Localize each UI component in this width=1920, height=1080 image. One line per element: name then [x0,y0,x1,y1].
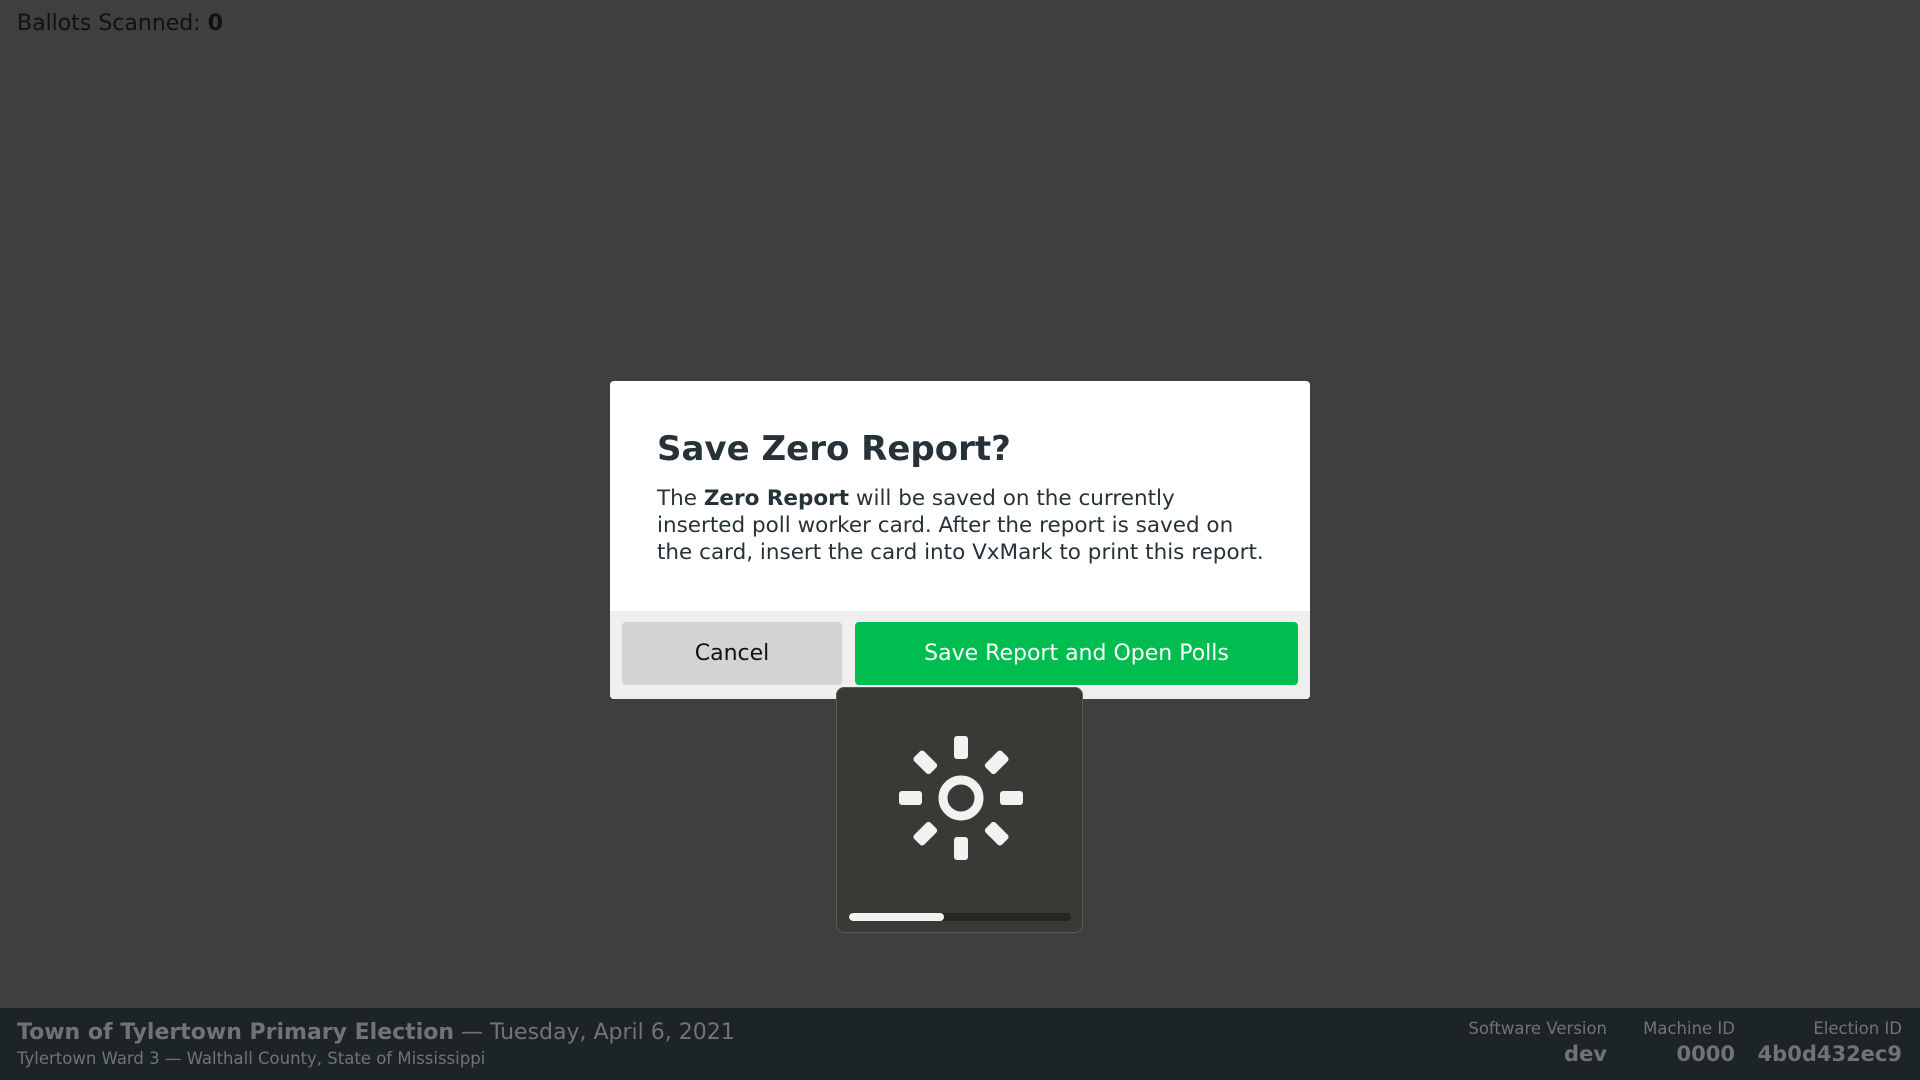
brightness-level-fill [849,913,945,921]
modal-content: Save Zero Report? The Zero Report will b… [610,381,1310,611]
precinct-line: Tylertown Ward 3 — Walthall County, Stat… [17,1049,486,1068]
brightness-osd [836,687,1083,933]
modal-body: The Zero Report will be saved on the cur… [657,485,1264,566]
machine-id-label: Machine ID [1643,1019,1735,1038]
save-zero-report-modal: Save Zero Report? The Zero Report will b… [610,381,1310,699]
brightness-icon [899,736,1023,860]
save-report-open-polls-button[interactable]: Save Report and Open Polls [855,622,1298,685]
brightness-level-bar [849,913,1071,921]
scanner-screen: Ballots Scanned: 0 Save Zero Report? The… [0,0,1920,1080]
cancel-button[interactable]: Cancel [622,622,842,685]
election-title: Town of Tylertown Primary Election — Tue… [17,1018,735,1048]
modal-body-prefix: The [657,486,704,511]
ballots-scanned: Ballots Scanned: 0 [17,9,223,39]
election-id-label: Election ID [1813,1019,1902,1038]
election-id-value: 4b0d432ec9 [1757,1042,1902,1066]
election-date: — Tuesday, April 6, 2021 [454,1020,735,1045]
election-info-bar: Town of Tylertown Primary Election — Tue… [0,1008,1920,1080]
machine-id: Machine ID 0000 [1643,1018,1735,1068]
ballots-scanned-count: 0 [207,11,223,36]
election-id: Election ID 4b0d432ec9 [1758,1018,1902,1068]
ballots-scanned-label: Ballots Scanned: [17,11,201,36]
election-name: Town of Tylertown Primary Election [17,1020,455,1045]
modal-body-report-name: Zero Report [703,486,850,511]
software-version-label: Software Version [1468,1019,1607,1038]
machine-id-value: 0000 [1676,1042,1735,1066]
modal-actions: Cancel Save Report and Open Polls [610,611,1310,699]
modal-title: Save Zero Report? [657,429,1011,469]
software-version: Software Version dev [1468,1018,1607,1068]
software-version-value: dev [1564,1042,1607,1066]
